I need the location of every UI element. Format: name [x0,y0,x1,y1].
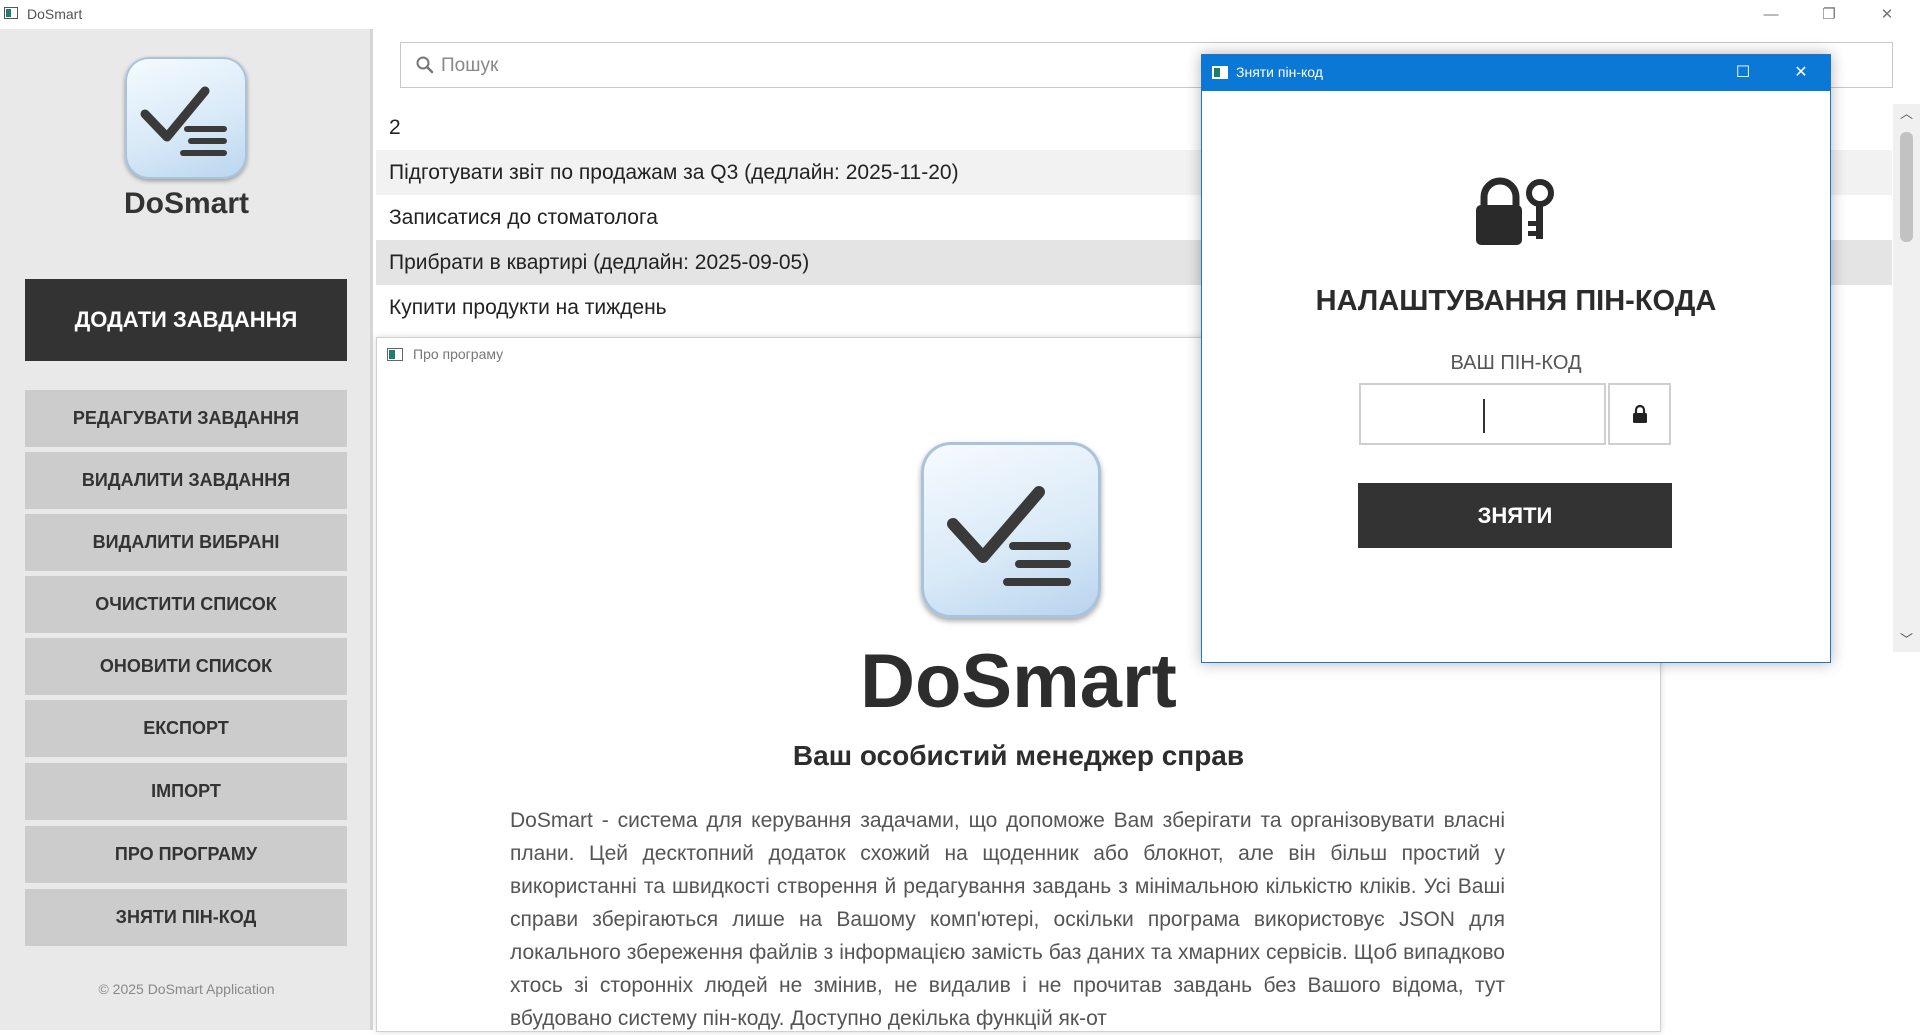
search-icon [416,56,434,74]
delete-selected-button[interactable]: ВИДАЛИТИ ВИБРАНІ [25,514,347,571]
close-button[interactable]: ✕ [1858,0,1916,29]
text-caret [1483,399,1485,433]
pin-input[interactable] [1359,383,1606,445]
about-logo [921,442,1101,618]
scroll-up-icon[interactable]: ︿ [1893,104,1920,124]
pin-dialog-close-button[interactable]: ✕ [1772,55,1830,91]
pin-dialog: Зняти пін-код ☐ ✕ НАЛАШТУВАННЯ ПІН-КОДА … [1201,54,1831,663]
checklist-icon [140,86,227,156]
import-button[interactable]: ІМПОРТ [25,763,347,820]
pin-dialog-title: Зняти пін-код [1236,64,1323,80]
delete-task-button[interactable]: ВИДАЛИТИ ЗАВДАННЯ [25,452,347,509]
sidebar: DoSmart ДОДАТИ ЗАВДАННЯ РЕДАГУВАТИ ЗАВДА… [0,29,373,1030]
pin-field-label: ВАШ ПІН-КОД [1450,352,1582,374]
minimize-button[interactable]: — [1742,0,1800,29]
about-button[interactable]: ПРО ПРОГРАМУ [25,826,347,883]
pin-dialog-heading: НАЛАШТУВАННЯ ПІН-КОДА [1315,285,1717,317]
main-titlebar: DoSmart — ❐ ✕ [0,0,1920,29]
app-window-icon [4,7,18,19]
refresh-list-button[interactable]: ОНОВИТИ СПИСОК [25,638,347,695]
about-subtitle: Ваш особистий менеджер справ [792,740,1245,771]
edit-task-button[interactable]: РЕДАГУВАТИ ЗАВДАННЯ [25,390,347,447]
sidebar-app-name: DoSmart [123,187,250,220]
about-window-icon [387,348,403,361]
pin-dialog-titlebar: Зняти пін-код ☐ ✕ [1202,55,1830,91]
remove-pin-button[interactable]: ЗНЯТИ ПІН-КОД [25,889,347,946]
scroll-down-icon[interactable]: ﹀ [1893,630,1920,650]
scroll-thumb[interactable] [1900,132,1913,242]
clear-list-button[interactable]: ОЧИСТИТИ СПИСОК [25,576,347,633]
pin-dialog-maximize-button[interactable]: ☐ [1714,55,1772,91]
task-list-scrollbar[interactable]: ︿ ﹀ [1893,104,1920,652]
app-logo [125,57,247,179]
copyright: © 2025 DoSmart Application [98,981,275,997]
about-window-title: Про програму [413,346,504,362]
lock-icon [1633,405,1647,423]
add-task-button[interactable]: ДОДАТИ ЗАВДАННЯ [25,279,347,361]
pin-visibility-toggle-button[interactable] [1608,383,1671,445]
checklist-icon [947,486,1071,586]
remove-pin-submit-button[interactable]: ЗНЯТИ [1358,483,1672,548]
restore-button[interactable]: ❐ [1800,0,1858,29]
pin-dialog-window-icon [1212,66,1228,79]
lock-and-key-icon [1476,177,1554,245]
export-button[interactable]: ЕКСПОРТ [25,700,347,757]
about-description: DoSmart - система для керування задачами… [510,809,1505,1030]
window-title: DoSmart [27,6,83,22]
search-input[interactable] [439,51,1243,81]
